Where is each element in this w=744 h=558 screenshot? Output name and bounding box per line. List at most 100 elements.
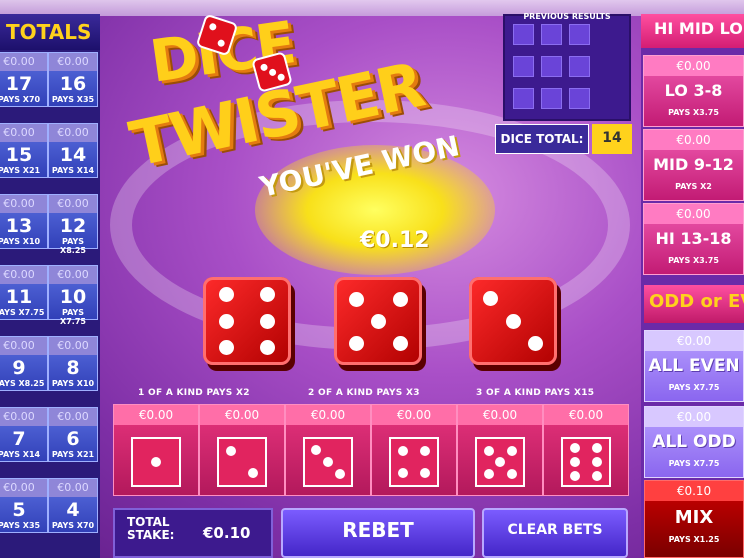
- total-bet-6[interactable]: €0.00 6 PAYS X21: [48, 407, 98, 462]
- kind-bet-4[interactable]: €0.00: [371, 404, 457, 496]
- rolled-die-2: [334, 277, 422, 365]
- bet-amount: €0.00: [0, 124, 47, 142]
- total-bet-5[interactable]: €0.00 5 PAYS X35: [0, 478, 48, 533]
- payout-label: PAYS X7.75: [668, 459, 720, 468]
- die-pip: [570, 457, 581, 467]
- total-number: 7: [12, 428, 26, 450]
- range-label: MID 9-12: [653, 155, 734, 174]
- payout-label: PAYS X8.25: [0, 379, 45, 388]
- die-pip: [495, 457, 505, 467]
- total-stake-value: €0.10: [203, 524, 251, 542]
- bet-amount: €0.00: [0, 53, 47, 71]
- totals-title: TOTALS: [0, 14, 100, 50]
- total-bet-12[interactable]: €0.00 12 PAYS X8.25: [48, 194, 98, 255]
- bet-amount: €0.00: [49, 337, 97, 355]
- odd-even-label: ALL EVEN: [648, 356, 740, 376]
- die-pip: [398, 467, 409, 478]
- die-pip: [506, 445, 517, 456]
- previous-result-slot: [569, 88, 590, 109]
- total-bet-7[interactable]: €0.00 7 PAYS X14: [0, 407, 48, 462]
- total-number: 5: [12, 499, 26, 521]
- mix-bet[interactable]: €0.10 MIX PAYS X1.25: [644, 480, 744, 558]
- kind-bet-5[interactable]: €0.00: [457, 404, 543, 496]
- total-bet-9[interactable]: €0.00 9PAYS X8.25: [0, 336, 48, 391]
- die-face-2-icon: [217, 437, 267, 487]
- clear-bets-button[interactable]: CLEAR BETS: [482, 508, 628, 558]
- range-bet-1[interactable]: €0.00 MID 9-12 PAYS X2: [643, 129, 744, 201]
- payout-label: PAYS X70: [51, 521, 95, 530]
- total-bet-16[interactable]: €0.00 16 PAYS X35: [48, 52, 98, 107]
- total-stake-label: TOTAL STAKE:: [127, 515, 175, 542]
- die-pip: [570, 443, 581, 454]
- total-bet-4[interactable]: €0.00 4 PAYS X70: [48, 478, 98, 533]
- total-number: 8: [66, 357, 80, 379]
- odd-even-title: ODD or EVEN: [644, 285, 744, 323]
- previous-results-title: PREVIOUS RESULTS: [523, 12, 611, 21]
- payout-label: PAYS X8.25: [60, 237, 86, 255]
- total-bet-13[interactable]: €0.00 13 PAYS X10: [0, 194, 48, 249]
- rolled-die-1: [203, 277, 291, 365]
- die-pip: [348, 335, 364, 351]
- die-pip: [219, 339, 235, 355]
- bet-amount: €0.00: [0, 479, 47, 497]
- total-stake-box: TOTAL STAKE: €0.10: [113, 508, 273, 558]
- die-pip: [226, 446, 237, 457]
- rebet-button[interactable]: REBET: [281, 508, 475, 558]
- all-odd-bet[interactable]: €0.00 ALL ODD PAYS X7.75: [644, 406, 744, 478]
- die-pip: [348, 291, 364, 307]
- bet-amount: €0.00: [0, 408, 47, 426]
- range-bet-0[interactable]: €0.00 LO 3-8 PAYS X3.75: [643, 55, 744, 127]
- bet-amount: €0.00: [0, 195, 47, 213]
- total-number: 4: [66, 499, 80, 521]
- payout-label: PAYS X21: [51, 450, 95, 459]
- die-face-1-icon: [131, 437, 181, 487]
- bet-amount: €0.00: [544, 405, 628, 425]
- bet-amount: €0.00: [49, 266, 97, 284]
- total-number: 14: [59, 144, 87, 166]
- die-pip: [370, 313, 386, 329]
- payout-label: PAYS X10: [0, 237, 41, 246]
- payout-label: PAYS X35: [0, 521, 41, 530]
- die-pip: [392, 335, 408, 351]
- payout-label: PAYS X7.75: [668, 383, 720, 392]
- die-pip: [570, 470, 581, 481]
- odd-even-label: ALL ODD: [652, 432, 736, 452]
- total-bet-10[interactable]: €0.00 10 PAYS X7.75: [48, 265, 98, 326]
- die-face-6-icon: [561, 437, 611, 487]
- payout-label: PAYS X3.75: [668, 108, 719, 117]
- die-pip: [311, 445, 322, 456]
- payout-label: PAYS X3.75: [668, 256, 719, 265]
- total-bet-8[interactable]: €0.00 8 PAYS X10: [48, 336, 98, 391]
- mix-amount: €0.10: [645, 481, 743, 501]
- total-bet-15[interactable]: €0.00 15 PAYS X21: [0, 123, 48, 178]
- kind-bet-3[interactable]: €0.00: [285, 404, 371, 496]
- die-pip: [334, 468, 345, 479]
- total-number: 11: [5, 286, 33, 308]
- die-pip: [259, 339, 275, 355]
- payout-label: PAYS X14: [51, 166, 95, 175]
- payout-label: PAYS X10: [51, 379, 95, 388]
- die-pip: [419, 467, 430, 478]
- kind-bet-1[interactable]: €0.00: [113, 404, 199, 496]
- bet-amount: €0.00: [286, 405, 370, 425]
- previous-result-slot: [513, 24, 534, 45]
- total-number: 6: [66, 428, 80, 450]
- rolled-die-3: [469, 277, 557, 365]
- bet-amount: €0.00: [114, 405, 198, 425]
- bet-amount: €0.00: [49, 124, 97, 142]
- total-bet-17[interactable]: €0.00 17 PAYS X70: [0, 52, 48, 107]
- payout-label: PAYS X70: [0, 95, 41, 104]
- hi-mid-lo-title: HI MID LO: [641, 14, 744, 48]
- previous-result-slot: [541, 88, 562, 109]
- total-bet-14[interactable]: €0.00 14 PAYS X14: [48, 123, 98, 178]
- total-bet-11[interactable]: €0.00 11PAYS X7.75: [0, 265, 48, 320]
- die-pip: [591, 470, 602, 481]
- range-bet-2[interactable]: €0.00 HI 13-18 PAYS X3.75: [643, 203, 744, 275]
- die-pip: [259, 287, 275, 303]
- all-even-bet[interactable]: €0.00 ALL EVEN PAYS X7.75: [644, 330, 744, 402]
- kind-bet-2[interactable]: €0.00: [199, 404, 285, 496]
- die-pip: [483, 468, 494, 479]
- bet-amount: €0.00: [645, 331, 743, 351]
- kind-bet-6[interactable]: €0.00: [543, 404, 629, 496]
- previous-result-slot: [569, 24, 590, 45]
